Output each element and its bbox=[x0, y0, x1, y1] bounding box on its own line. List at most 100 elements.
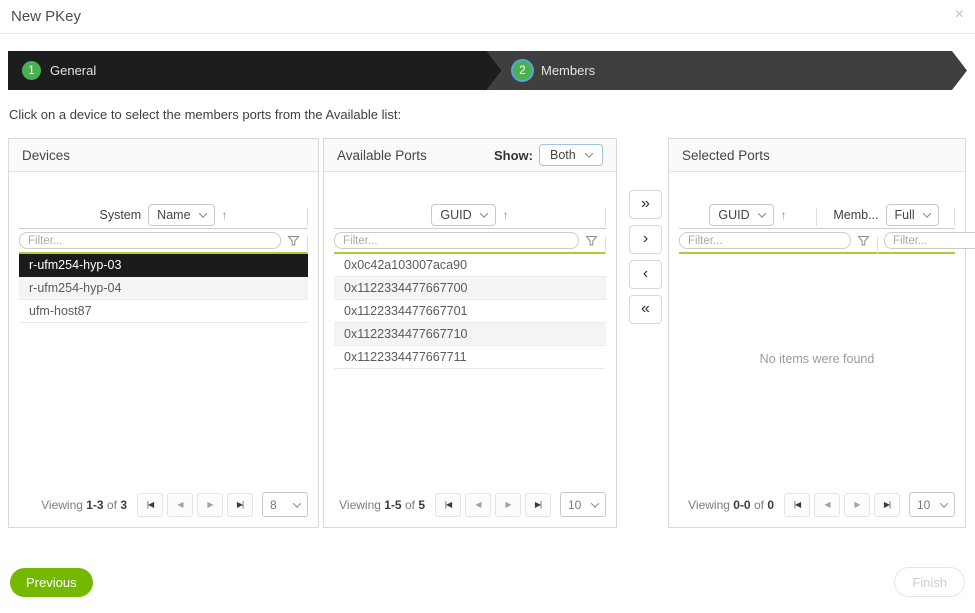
move-right-button[interactable]: › bbox=[629, 225, 662, 254]
available-filter-input[interactable] bbox=[334, 232, 579, 249]
filter-funnel-icon[interactable] bbox=[287, 235, 300, 247]
devices-row-list: r-ufm254-hyp-03r-ufm254-hyp-04ufm-host87 bbox=[19, 254, 308, 323]
empty-state-message: No items were found bbox=[669, 352, 965, 366]
close-icon[interactable]: × bbox=[955, 5, 964, 25]
selected-panel-header: Selected Ports bbox=[669, 139, 965, 172]
prev-page-button[interactable]: ◀ bbox=[814, 493, 840, 517]
selected-filter-row bbox=[679, 229, 955, 254]
available-panel-title: Available Ports bbox=[337, 148, 427, 163]
dialog-title: New PKey bbox=[11, 8, 81, 25]
membership-column-label: Memb... bbox=[833, 208, 878, 222]
filter-funnel-icon[interactable] bbox=[857, 235, 870, 247]
system-column-label: System bbox=[99, 208, 141, 222]
devices-panel-body: System Name ↑ bbox=[9, 172, 318, 527]
next-page-button[interactable]: ▶ bbox=[197, 493, 223, 517]
move-left-button[interactable]: ‹ bbox=[629, 260, 662, 289]
table-row[interactable]: 0x1122334477667711 bbox=[334, 346, 606, 369]
step-members[interactable]: 2 Members bbox=[487, 51, 967, 90]
chevron-down-icon bbox=[940, 499, 948, 507]
column-separator bbox=[954, 208, 955, 226]
viewing-status: Viewing 1-3 of 3 bbox=[41, 498, 127, 512]
step-label: Members bbox=[541, 63, 595, 78]
chevron-down-icon bbox=[479, 209, 487, 217]
sort-direction-icon[interactable]: ↑ bbox=[503, 208, 509, 222]
page-size-select[interactable]: 8 bbox=[262, 492, 308, 517]
first-page-button[interactable]: |◀ bbox=[137, 493, 163, 517]
column-separator bbox=[307, 208, 308, 226]
membership-select[interactable]: Full bbox=[886, 204, 939, 226]
sort-field-select[interactable]: GUID bbox=[431, 204, 495, 226]
move-all-right-button[interactable]: » bbox=[629, 190, 662, 219]
devices-pagination: Viewing 1-3 of 3 |◀ ◀ ▶ ▶| 8 bbox=[41, 492, 308, 517]
available-ports-panel: Available Ports Show: Both GUID ↑ bbox=[323, 138, 617, 528]
page-size-select[interactable]: 10 bbox=[560, 492, 606, 517]
devices-filter-input[interactable] bbox=[19, 232, 281, 249]
step-number-badge: 2 bbox=[513, 61, 532, 80]
selected-panel-title: Selected Ports bbox=[682, 148, 770, 163]
first-page-button[interactable]: |◀ bbox=[435, 493, 461, 517]
chevron-down-icon bbox=[198, 209, 206, 217]
table-row[interactable]: 0x1122334477667710 bbox=[334, 323, 606, 346]
chevron-down-icon bbox=[757, 209, 765, 217]
devices-column-header-row: System Name ↑ bbox=[19, 202, 308, 229]
devices-panel-title: Devices bbox=[22, 148, 70, 163]
last-page-button[interactable]: ▶| bbox=[525, 493, 551, 517]
table-row[interactable]: r-ufm254-hyp-03 bbox=[19, 254, 308, 277]
show-label: Show: bbox=[494, 148, 533, 163]
chevron-down-icon bbox=[585, 149, 593, 157]
available-row-list: 0x0c42a103007aca900x11223344776677000x11… bbox=[334, 254, 606, 369]
step-number-badge: 1 bbox=[22, 61, 41, 80]
instruction-text: Click on a device to select the members … bbox=[9, 107, 401, 122]
available-panel-body: GUID ↑ bbox=[324, 172, 616, 527]
first-page-button[interactable]: |◀ bbox=[784, 493, 810, 517]
chevron-down-icon bbox=[591, 499, 599, 507]
previous-button[interactable]: Previous bbox=[10, 568, 93, 597]
column-separator bbox=[307, 236, 308, 254]
selected-guid-filter-input[interactable] bbox=[679, 232, 851, 249]
table-row[interactable]: 0x1122334477667700 bbox=[334, 277, 606, 300]
step-label: General bbox=[50, 63, 96, 78]
sort-field-select[interactable]: GUID bbox=[709, 204, 773, 226]
viewing-status: Viewing 0-0 of 0 bbox=[688, 498, 774, 512]
prev-page-button[interactable]: ◀ bbox=[167, 493, 193, 517]
available-column-header-row: GUID ↑ bbox=[334, 202, 606, 229]
chevron-down-icon bbox=[293, 499, 301, 507]
next-page-button[interactable]: ▶ bbox=[495, 493, 521, 517]
dialog-titlebar: New PKey × bbox=[0, 0, 975, 34]
selected-ports-panel: Selected Ports GUID ↑ Memb... bbox=[668, 138, 966, 528]
finish-button[interactable]: Finish bbox=[894, 567, 965, 597]
available-panel-header: Available Ports Show: Both bbox=[324, 139, 616, 172]
selected-pagination: Viewing 0-0 of 0 |◀ ◀ ▶ ▶| 10 bbox=[688, 492, 955, 517]
page-size-select[interactable]: 10 bbox=[909, 492, 955, 517]
prev-page-button[interactable]: ◀ bbox=[465, 493, 491, 517]
chevron-down-icon bbox=[922, 209, 930, 217]
column-separator bbox=[605, 236, 606, 254]
sort-direction-icon[interactable]: ↑ bbox=[222, 208, 228, 222]
transfer-button-stack: » › ‹ « bbox=[629, 190, 662, 324]
selected-panel-body: GUID ↑ Memb... Full bbox=[669, 172, 965, 527]
table-row[interactable]: r-ufm254-hyp-04 bbox=[19, 277, 308, 300]
wizard-steps: 1 General 2 Members bbox=[8, 51, 967, 90]
column-separator bbox=[605, 208, 606, 226]
devices-filter-row bbox=[19, 229, 308, 254]
table-row[interactable]: 0x1122334477667701 bbox=[334, 300, 606, 323]
step-general[interactable]: 1 General bbox=[8, 51, 502, 90]
next-page-button[interactable]: ▶ bbox=[844, 493, 870, 517]
available-filter-row bbox=[334, 229, 606, 254]
table-row[interactable]: ufm-host87 bbox=[19, 300, 308, 323]
selected-membership-filter-input[interactable] bbox=[884, 232, 975, 249]
last-page-button[interactable]: ▶| bbox=[874, 493, 900, 517]
move-all-left-button[interactable]: « bbox=[629, 295, 662, 324]
selected-column-header-row: GUID ↑ Memb... Full bbox=[679, 202, 955, 229]
available-pagination: Viewing 1-5 of 5 |◀ ◀ ▶ ▶| 10 bbox=[339, 492, 606, 517]
filter-funnel-icon[interactable] bbox=[585, 235, 598, 247]
column-separator bbox=[877, 236, 878, 254]
new-pkey-dialog: New PKey × 1 General 2 Members Click on … bbox=[0, 0, 975, 613]
sort-direction-icon[interactable]: ↑ bbox=[781, 208, 787, 222]
devices-panel-header: Devices bbox=[9, 139, 318, 172]
devices-panel: Devices System Name ↑ bbox=[8, 138, 319, 528]
last-page-button[interactable]: ▶| bbox=[227, 493, 253, 517]
show-select[interactable]: Both bbox=[539, 144, 603, 166]
sort-field-select[interactable]: Name bbox=[148, 204, 214, 226]
table-row[interactable]: 0x0c42a103007aca90 bbox=[334, 254, 606, 277]
